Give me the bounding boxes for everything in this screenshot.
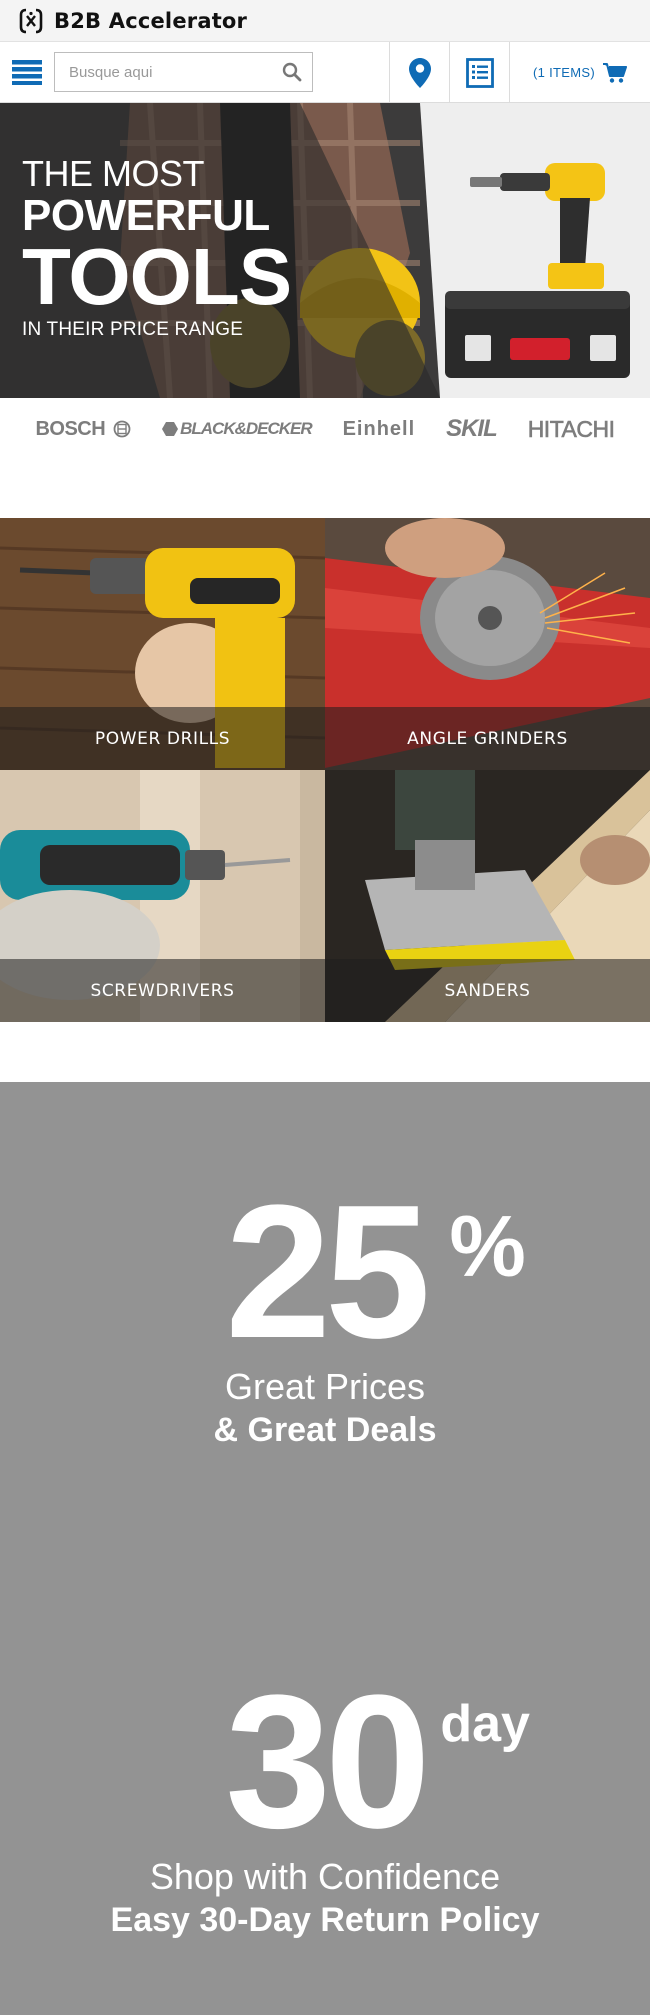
black-decker-hex-icon xyxy=(162,422,179,436)
category-label: POWER DRILLS xyxy=(0,707,325,770)
discount-line-2: & Great Deals xyxy=(213,1411,437,1449)
hero-banner[interactable]: THE MOST POWERFUL TOOLS IN THEIR PRICE R… xyxy=(0,103,650,398)
category-grid: POWER DRILLS ANGLE GRINDERS SCREWDRIVERS… xyxy=(0,518,650,1022)
promo-return-policy[interactable]: 30 day Shop with Confidence Easy 30-Day … xyxy=(0,1667,650,1942)
return-line-2: Easy 30-Day Return Policy xyxy=(110,1901,540,1939)
category-tile-power-drills[interactable]: POWER DRILLS xyxy=(0,518,325,770)
nav-bar: (1 ITEMS) xyxy=(0,42,650,103)
search-input[interactable] xyxy=(55,53,312,91)
return-unit: day xyxy=(440,1695,530,1753)
discount-unit: % xyxy=(449,1199,526,1295)
list-icon xyxy=(465,57,494,88)
search-icon[interactable] xyxy=(282,62,302,82)
promo-section: 25 % Great Prices & Great Deals 30 day S… xyxy=(0,1082,650,2015)
discount-number: 25 xyxy=(225,1166,430,1378)
shopping-cart-icon xyxy=(602,62,627,83)
brand-logo-icon[interactable] xyxy=(18,8,44,34)
menu-button[interactable] xyxy=(0,42,54,103)
category-label: SCREWDRIVERS xyxy=(0,959,325,1022)
category-label: ANGLE GRINDERS xyxy=(325,707,650,770)
category-tile-sanders[interactable]: SANDERS xyxy=(325,770,650,1022)
page: B2B Accelerator Busque aqui (1 ITEMS) TH… xyxy=(0,0,650,2015)
store-locator-button[interactable] xyxy=(389,42,449,103)
brand-logo-skil[interactable]: SKIL xyxy=(446,415,498,443)
category-tile-angle-grinders[interactable]: ANGLE GRINDERS xyxy=(325,518,650,770)
category-tile-screwdrivers[interactable]: SCREWDRIVERS xyxy=(0,770,325,1022)
search-box xyxy=(54,52,313,92)
category-label: SANDERS xyxy=(325,959,650,1022)
brand-logo-black-decker[interactable]: BLACK&DECKER xyxy=(162,419,313,439)
bosch-armature-icon xyxy=(113,420,131,438)
brand-logo-hitachi[interactable]: HITACHI xyxy=(527,415,615,443)
brand-name[interactable]: B2B Accelerator xyxy=(54,9,247,33)
brand-logo-einhell[interactable]: Einhell xyxy=(343,418,416,441)
brand-logos: BOSCH BLACK&DECKER Einhell SKIL HITACHI xyxy=(0,398,650,460)
discount-figure: 25 % xyxy=(225,1177,525,1367)
hamburger-menu-icon xyxy=(12,60,42,85)
return-number: 30 xyxy=(225,1656,430,1868)
return-figure: 30 day xyxy=(225,1667,530,1857)
hero-text: THE MOST POWERFUL TOOLS IN THEIR PRICE R… xyxy=(22,153,292,343)
hero-line-3: TOOLS xyxy=(22,232,292,321)
promo-discount[interactable]: 25 % Great Prices & Great Deals xyxy=(0,1177,650,1452)
location-pin-icon xyxy=(408,57,431,88)
cart-count-label: (1 ITEMS) xyxy=(533,65,595,80)
brand-bar: B2B Accelerator xyxy=(0,0,650,42)
cart-button[interactable]: (1 ITEMS) xyxy=(509,42,650,103)
quick-order-button[interactable] xyxy=(449,42,509,103)
brand-logo-bosch[interactable]: BOSCH xyxy=(35,418,131,441)
hero-line-1: THE MOST xyxy=(22,153,205,194)
